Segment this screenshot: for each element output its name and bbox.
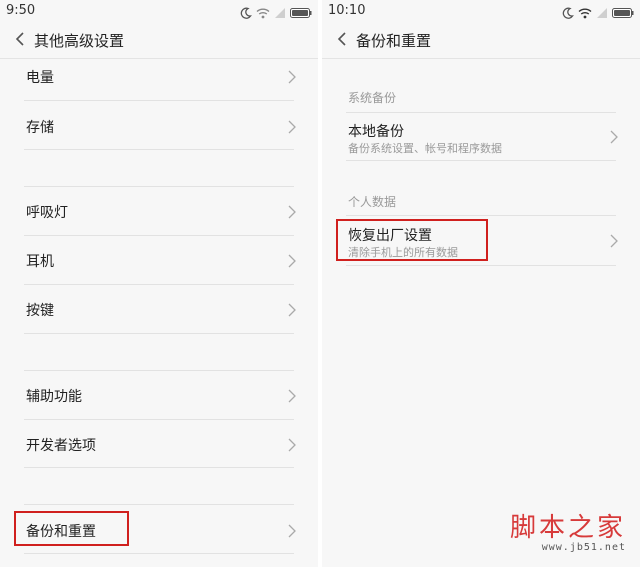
back-arrow-icon[interactable] [334, 29, 354, 49]
moon-icon [240, 4, 252, 23]
divider [24, 553, 294, 554]
status-bar: 10:10 [322, 0, 640, 22]
settings-item-label: 电量 [26, 70, 54, 86]
settings-item-breathing-light[interactable]: 呼吸灯 [0, 186, 318, 236]
settings-item-label: 辅助功能 [26, 389, 82, 405]
chevron-right-icon [288, 388, 296, 403]
status-time: 10:10 [328, 3, 366, 18]
status-bar: 9:50 [0, 0, 318, 22]
chevron-right-icon [610, 129, 618, 144]
divider [24, 467, 294, 468]
divider [346, 215, 616, 216]
settings-item-local-backup[interactable]: 本地备份 备份系统设置、帐号和程序数据 [322, 112, 640, 161]
section-header-personal-data: 个人数据 [348, 195, 397, 209]
wifi-icon [256, 4, 270, 23]
chevron-right-icon [288, 119, 296, 134]
divider [24, 370, 294, 371]
settings-item-label: 呼吸灯 [26, 205, 68, 221]
divider [24, 186, 294, 187]
page-title: 备份和重置 [356, 32, 432, 50]
settings-item-label: 开发者选项 [26, 438, 96, 454]
title-bar: 备份和重置 [322, 22, 640, 59]
title-bar: 其他高级设置 [0, 22, 318, 59]
page-title: 其他高级设置 [34, 32, 125, 50]
settings-item-label: 存储 [26, 120, 54, 136]
battery-icon [290, 4, 312, 23]
chevron-right-icon [288, 204, 296, 219]
settings-item-label: 本地备份 [348, 124, 404, 140]
watermark-title: 脚本之家 [509, 513, 626, 543]
battery-icon [612, 4, 634, 23]
settings-item-label: 按键 [26, 303, 54, 319]
settings-item-accessibility[interactable]: 辅助功能 [0, 370, 318, 420]
divider [24, 504, 294, 505]
settings-item-storage[interactable]: 存储 [0, 101, 318, 150]
settings-item-battery[interactable]: 电量 [0, 58, 318, 101]
watermark: 脚本之家 www.jb51.net [510, 514, 626, 553]
chevron-right-icon [288, 253, 296, 268]
divider [346, 112, 616, 113]
settings-item-buttons[interactable]: 按键 [0, 285, 318, 334]
watermark-url: www.jb51.net [541, 542, 626, 553]
signal-icon [274, 4, 286, 23]
chevron-right-icon [288, 523, 296, 538]
right-screen: 10:10 备份和重置 系统备份 本地备份 备份系统设置、帐号和程序数据 个人数… [322, 0, 640, 567]
highlight-box [336, 219, 488, 261]
chevron-right-icon [288, 69, 296, 84]
divider [24, 333, 294, 334]
status-time: 9:50 [6, 3, 36, 18]
left-screen: 9:50 其他高级设置 电量 存储 呼吸灯 耳机 按键 辅助功能 开发者选项 备… [0, 0, 318, 567]
settings-item-label: 耳机 [26, 254, 54, 270]
divider [346, 160, 616, 161]
settings-item-earphones[interactable]: 耳机 [0, 236, 318, 285]
section-header-system-backup: 系统备份 [348, 91, 397, 105]
highlight-box [14, 511, 129, 546]
divider [346, 265, 616, 266]
settings-item-developer-options[interactable]: 开发者选项 [0, 420, 318, 468]
chevron-right-icon [288, 437, 296, 452]
signal-icon [596, 4, 608, 23]
divider [24, 149, 294, 150]
back-arrow-icon[interactable] [12, 29, 32, 49]
chevron-right-icon [288, 302, 296, 317]
chevron-right-icon [610, 233, 618, 248]
moon-icon [562, 4, 574, 23]
wifi-icon [578, 4, 592, 23]
settings-item-subtitle: 备份系统设置、帐号和程序数据 [348, 142, 502, 155]
status-icons [240, 4, 314, 19]
status-icons [562, 4, 636, 19]
